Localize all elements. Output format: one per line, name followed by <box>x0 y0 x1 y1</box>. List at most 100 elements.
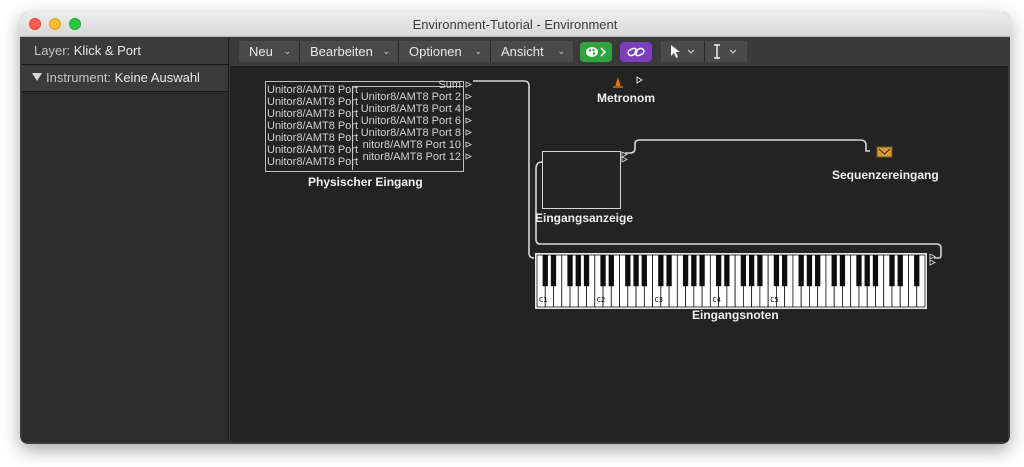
black-key[interactable] <box>542 255 548 287</box>
keyboard-label: Eingangsnoten <box>692 308 779 322</box>
physical-input-label: Physischer Eingang <box>308 175 423 189</box>
black-key[interactable] <box>806 255 813 287</box>
instrument-value: Keine Auswahl <box>114 70 200 85</box>
black-key[interactable] <box>872 255 879 287</box>
menu-ansicht-label: Ansicht <box>501 44 544 59</box>
black-key[interactable] <box>914 255 920 287</box>
instrument-key: Instrument: <box>46 70 112 85</box>
palette-icon <box>586 47 607 57</box>
pointer-icon <box>671 45 695 58</box>
monitor-outlet-icon <box>621 151 628 163</box>
input-port-left: Unitor8/AMT8 Port <box>267 108 359 120</box>
black-key[interactable] <box>724 255 730 287</box>
black-key[interactable] <box>715 255 722 287</box>
black-key[interactable] <box>600 255 606 287</box>
environment-canvas[interactable]: Physischer Eingang Metronom Eingangsanze… <box>230 67 1008 442</box>
black-key[interactable] <box>757 255 763 287</box>
black-key[interactable] <box>691 255 697 287</box>
black-key[interactable] <box>782 255 788 287</box>
black-key[interactable] <box>666 255 672 287</box>
metronome-icon[interactable] <box>611 73 651 89</box>
input-port-left: Unitor8/AMT8 Port <box>267 84 359 96</box>
menu-neu[interactable]: Neu ⌄ <box>239 41 300 62</box>
port-outlet-icon[interactable] <box>465 105 473 113</box>
input-port-left: Unitor8/AMT8 Port <box>267 144 359 156</box>
input-port-left: Unitor8/AMT8 Port <box>267 96 359 108</box>
layer-key: Layer: <box>34 43 71 58</box>
menu-optionen[interactable]: Optionen ⌄ <box>399 41 491 62</box>
black-key[interactable] <box>740 255 747 287</box>
menu-bearbeiten-label: Bearbeiten <box>310 44 373 59</box>
output-port[interactable]: Unitor8/AMT8 Port 6 <box>361 115 461 127</box>
black-key[interactable] <box>682 255 689 287</box>
output-port[interactable]: Unitor8/AMT8 Port 2 <box>361 91 461 103</box>
black-key[interactable] <box>608 255 614 287</box>
keyboard-object[interactable] <box>535 253 927 309</box>
octave-label: C5 <box>770 296 779 304</box>
menu-bearbeiten[interactable]: Bearbeiten ⌄ <box>300 41 399 62</box>
black-key[interactable] <box>699 255 705 287</box>
sequencer-input-icon[interactable] <box>876 146 894 158</box>
cable-monitor-to-sequencer <box>625 139 870 154</box>
pointer-tool-menu[interactable] <box>661 41 705 62</box>
black-key[interactable] <box>575 255 581 287</box>
output-port[interactable]: nitor8/AMT8 Port 12 <box>363 151 461 163</box>
keyboard-outlet-icon <box>929 253 936 266</box>
black-key[interactable] <box>798 255 804 287</box>
port-outlet-icon[interactable] <box>465 153 473 161</box>
text-tool-menu[interactable] <box>705 41 747 62</box>
black-key[interactable] <box>856 255 862 287</box>
black-key[interactable] <box>773 255 780 287</box>
black-key[interactable] <box>839 255 846 287</box>
chevron-down-icon: ⌄ <box>474 46 482 56</box>
black-key[interactable] <box>583 255 590 287</box>
monitor-label: Eingangsanzeige <box>535 211 634 225</box>
black-key[interactable] <box>658 255 664 287</box>
output-port-sum[interactable]: Sum <box>438 79 461 91</box>
octave-label: C4 <box>712 296 721 304</box>
menu-ansicht[interactable]: Ansicht ⌄ <box>491 41 573 62</box>
output-port[interactable]: nitor8/AMT8 Port 10 <box>363 139 461 151</box>
black-key[interactable] <box>864 255 870 287</box>
octave-label: C1 <box>539 296 548 304</box>
port-outlet-icon[interactable] <box>465 93 473 101</box>
midi-thru-button[interactable] <box>580 42 612 62</box>
cable-sum-to-keyboard <box>473 80 535 259</box>
black-key[interactable] <box>815 255 821 287</box>
port-outlet-icon[interactable] <box>465 129 473 137</box>
black-key[interactable] <box>831 255 837 287</box>
octave-label: C3 <box>654 296 663 304</box>
black-key[interactable] <box>550 255 557 287</box>
chevron-down-icon: ⌄ <box>283 46 291 56</box>
input-port-left: Unitor8/AMT8 Port <box>267 156 359 168</box>
text-cursor-icon <box>714 44 737 59</box>
link-icon <box>627 47 645 57</box>
black-key[interactable] <box>748 255 755 287</box>
output-port[interactable]: Unitor8/AMT8 Port 4 <box>361 103 461 115</box>
monitor-object[interactable] <box>542 151 621 209</box>
black-key[interactable] <box>633 255 639 287</box>
layer-row[interactable]: Layer: Klick & Port <box>22 38 228 65</box>
port-outlet-icon[interactable] <box>465 141 473 149</box>
environment-main: Neu ⌄ Bearbeiten ⌄ Optionen ⌄ Ansicht ⌄ <box>230 38 1008 442</box>
environment-window: Environment-Tutorial - Environment Layer… <box>20 12 1010 444</box>
input-port-left: Unitor8/AMT8 Port <box>267 132 359 144</box>
link-button[interactable] <box>620 42 652 62</box>
port-outlet-icon[interactable] <box>465 117 473 125</box>
disclosure-triangle-icon[interactable] <box>32 73 42 81</box>
port-outlet-icon[interactable] <box>465 81 473 89</box>
metronome-label: Metronom <box>597 91 655 105</box>
black-key[interactable] <box>897 255 903 287</box>
title-bar[interactable]: Environment-Tutorial - Environment <box>20 12 1010 37</box>
black-key[interactable] <box>625 255 631 287</box>
inspector-panel: Layer: Klick & Port Instrument: Keine Au… <box>22 38 229 442</box>
menu-optionen-label: Optionen <box>409 44 462 59</box>
chevron-down-icon: ⌄ <box>382 46 390 56</box>
output-port[interactable]: Unitor8/AMT8 Port 8 <box>361 127 461 139</box>
black-key[interactable] <box>567 255 573 287</box>
instrument-row[interactable]: Instrument: Keine Auswahl <box>22 65 228 92</box>
chevron-down-icon: ⌄ <box>557 46 565 56</box>
sequencer-input-label: Sequenzereingang <box>832 168 939 182</box>
black-key[interactable] <box>641 255 647 287</box>
black-key[interactable] <box>889 255 895 287</box>
